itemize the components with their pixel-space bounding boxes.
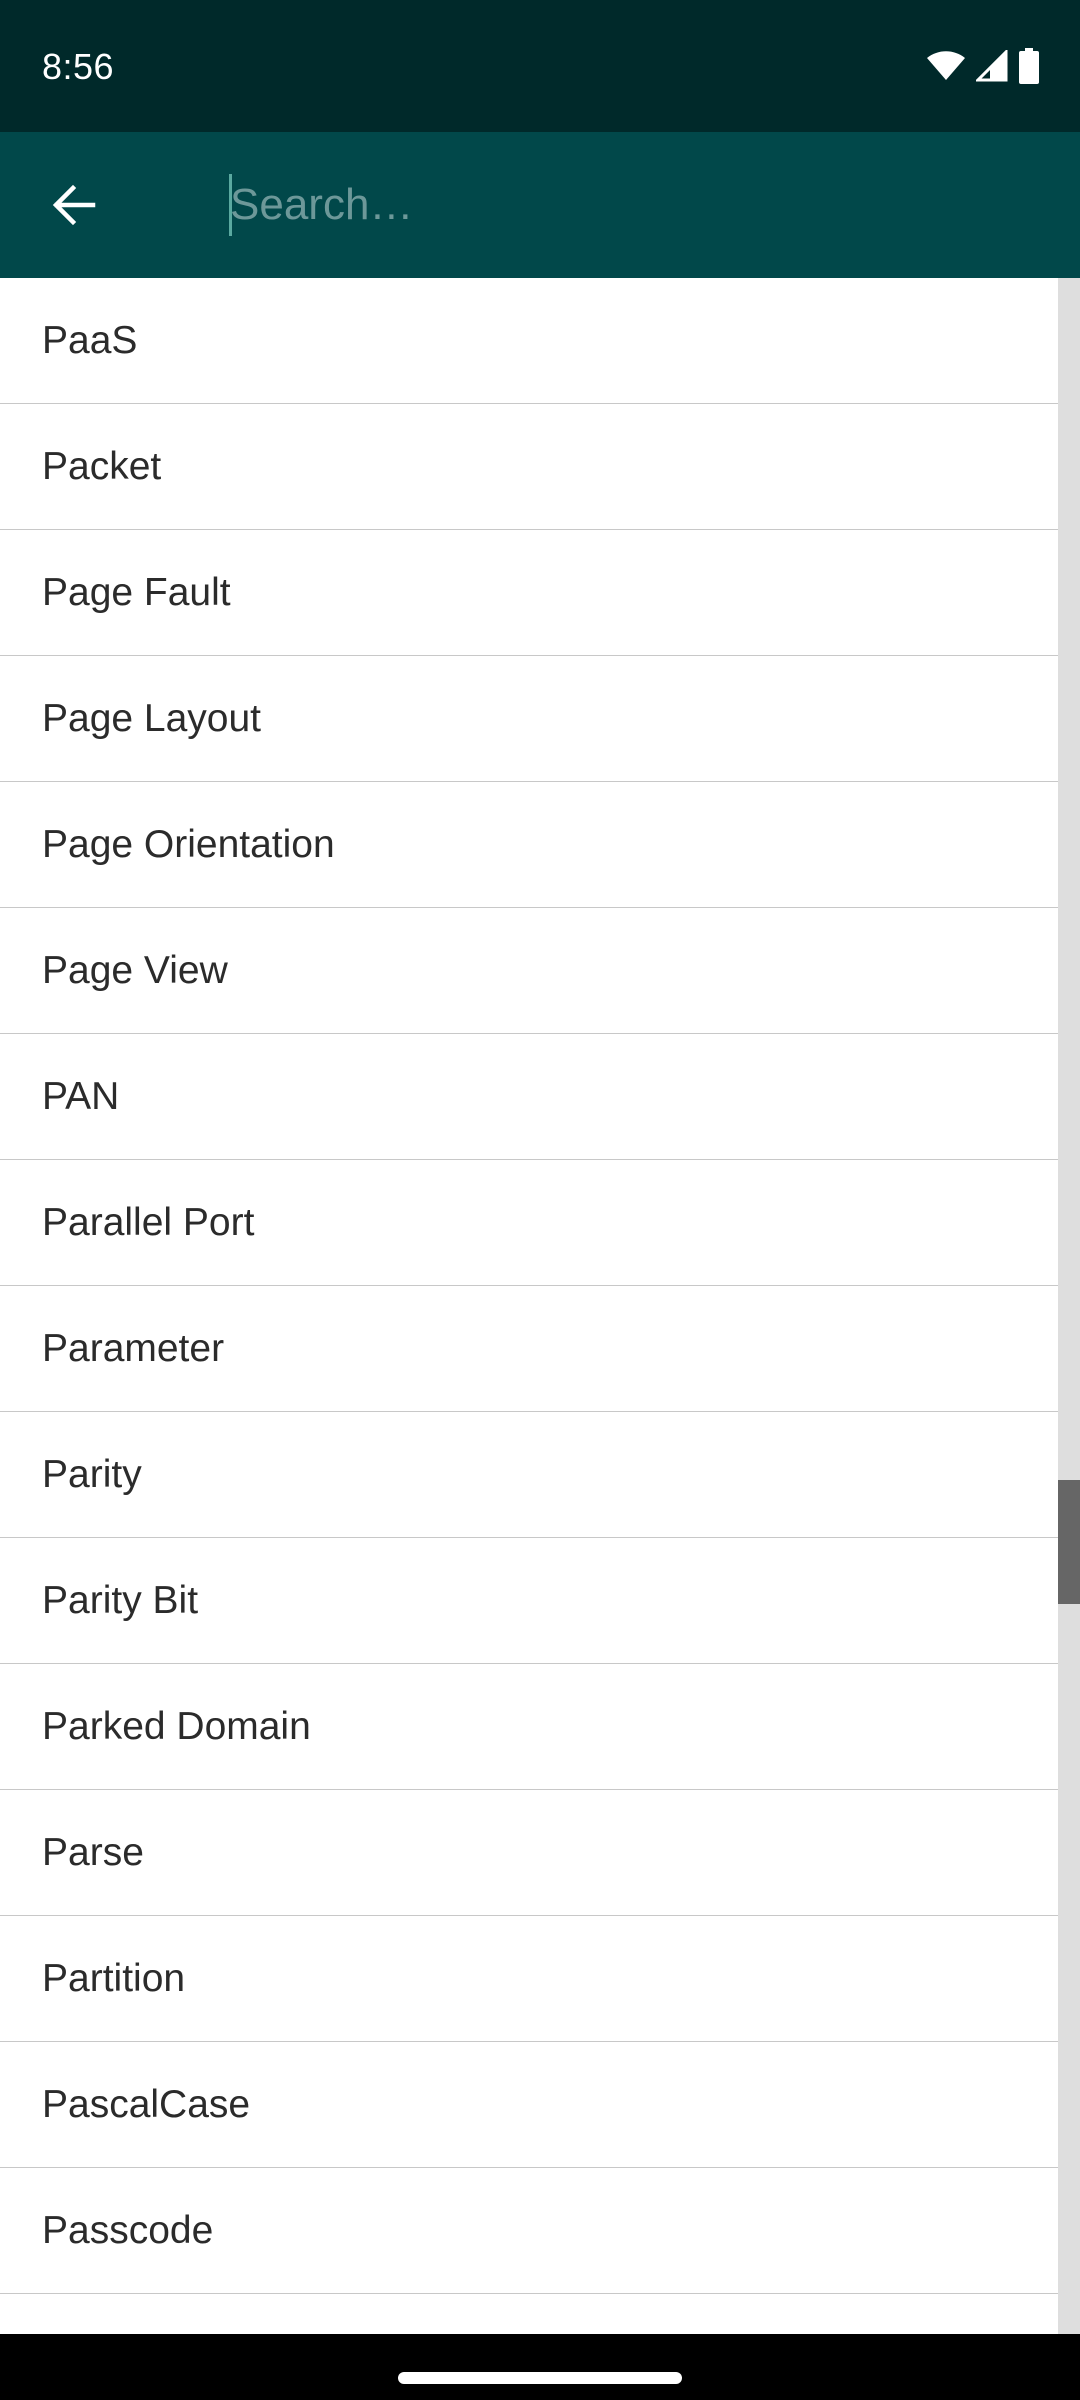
- navigation-bar: [0, 2334, 1080, 2400]
- status-bar: 8:56: [0, 0, 1080, 132]
- search-input[interactable]: [226, 160, 1030, 250]
- list-item[interactable]: PAN: [0, 1034, 1058, 1160]
- list-item[interactable]: Parity: [0, 1412, 1058, 1538]
- list-item[interactable]: Parked Domain: [0, 1664, 1058, 1790]
- list-item[interactable]: Packet: [0, 404, 1058, 530]
- text-caret: [229, 174, 232, 236]
- screen: 8:56 Search… PaaS Packet Page Fault Page…: [0, 0, 1080, 2400]
- list-item[interactable]: Passcode: [0, 2168, 1058, 2294]
- list-item[interactable]: Partition: [0, 1916, 1058, 2042]
- status-time: 8:56: [42, 46, 115, 87]
- list-item[interactable]: Parameter: [0, 1286, 1058, 1412]
- scrollbar-track[interactable]: [1058, 278, 1080, 2334]
- app-bar: [0, 132, 1080, 278]
- list-item[interactable]: Parity Bit: [0, 1538, 1058, 1664]
- list-item[interactable]: Page Fault: [0, 530, 1058, 656]
- arrow-left-icon: [52, 184, 96, 226]
- status-icons: [926, 46, 1040, 86]
- wifi-icon: [926, 50, 966, 82]
- list-item[interactable]: PaaS: [0, 278, 1058, 404]
- list-item[interactable]: Parallel Port: [0, 1160, 1058, 1286]
- list-item[interactable]: PascalCase: [0, 2042, 1058, 2168]
- home-indicator[interactable]: [398, 2372, 682, 2384]
- list-item[interactable]: [0, 2294, 1058, 2334]
- signal-icon: [976, 50, 1008, 82]
- back-button[interactable]: [26, 165, 122, 245]
- list-item[interactable]: Parse: [0, 1790, 1058, 1916]
- term-list[interactable]: PaaS Packet Page Fault Page Layout Page …: [0, 278, 1058, 2334]
- list-item[interactable]: Page View: [0, 908, 1058, 1034]
- list-item[interactable]: Page Orientation: [0, 782, 1058, 908]
- list-item[interactable]: Page Layout: [0, 656, 1058, 782]
- battery-icon: [1018, 48, 1040, 84]
- scrollbar-thumb[interactable]: [1058, 1480, 1080, 1604]
